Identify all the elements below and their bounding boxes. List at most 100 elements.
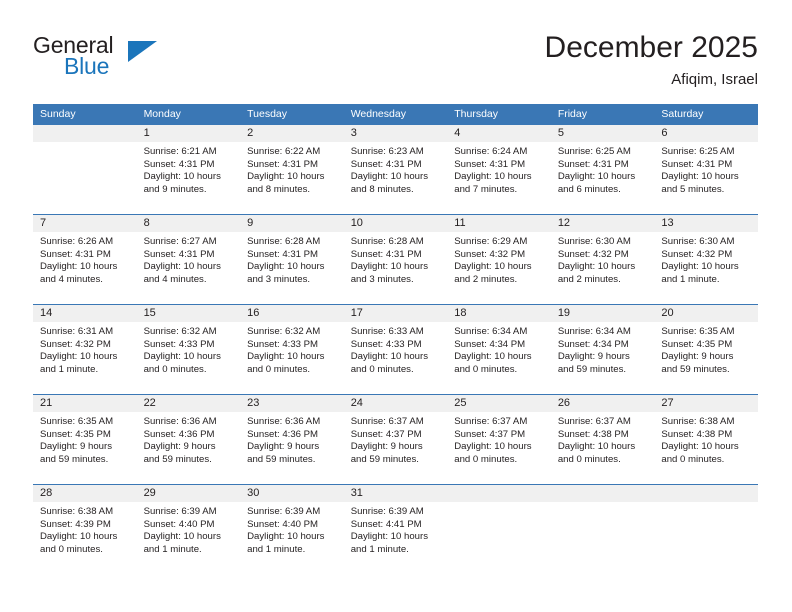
day-cell[interactable]: 2 Sunrise: 6:22 AM Sunset: 4:31 PM Dayli… <box>240 125 344 215</box>
daylight-text-line1: Daylight: 9 hours <box>350 441 423 453</box>
day-cell[interactable]: 31 Sunrise: 6:39 AM Sunset: 4:41 PM Dayl… <box>343 484 448 574</box>
sunset-text: Sunset: 4:34 PM <box>557 338 629 350</box>
sunrise-text: Sunrise: 6:33 AM <box>350 326 424 337</box>
day-number <box>447 485 551 502</box>
day-cell[interactable]: 11 Sunrise: 6:29 AM Sunset: 4:32 PM Dayl… <box>447 214 551 305</box>
daylight-text-line2: and 0 minutes. <box>661 453 725 465</box>
daylight-text-line1: Daylight: 10 hours <box>350 171 429 183</box>
day-cell[interactable]: 21 Sunrise: 6:35 AM Sunset: 4:35 PM Dayl… <box>33 394 137 485</box>
day-cell[interactable]: 4 Sunrise: 6:24 AM Sunset: 4:31 PM Dayli… <box>447 125 551 215</box>
day-number: 24 <box>343 395 448 412</box>
week-row: 7 Sunrise: 6:26 AM Sunset: 4:31 PM Dayli… <box>33 214 758 305</box>
day-cell-inner: 8 Sunrise: 6:27 AM Sunset: 4:31 PM Dayli… <box>136 215 241 304</box>
sunrise-text: Sunrise: 6:36 AM <box>143 416 217 427</box>
sunrise-text: Sunrise: 6:30 AM <box>557 236 631 247</box>
day-cell[interactable]: 15 Sunrise: 6:32 AM Sunset: 4:33 PM Dayl… <box>136 304 241 395</box>
day-cell[interactable] <box>33 125 137 215</box>
sunset-text: Sunset: 4:31 PM <box>454 158 526 170</box>
day-cell[interactable] <box>550 484 655 574</box>
day-cell[interactable]: 3 Sunrise: 6:23 AM Sunset: 4:31 PM Dayli… <box>343 125 448 215</box>
day-info: Sunrise: 6:39 AM Sunset: 4:40 PM Dayligh… <box>137 502 241 556</box>
daylight-text-line1: Daylight: 10 hours <box>661 441 739 453</box>
daylight-text-line2: and 0 minutes. <box>454 453 518 465</box>
location-subtitle: Afiqim, Israel <box>671 71 758 88</box>
sunset-text: Sunset: 4:31 PM <box>350 158 422 170</box>
sunset-text: Sunset: 4:41 PM <box>350 518 422 530</box>
day-cell[interactable]: 8 Sunrise: 6:27 AM Sunset: 4:31 PM Dayli… <box>136 214 241 305</box>
general-blue-logo[interactable]: General Blue <box>33 32 203 88</box>
day-number: 12 <box>550 215 655 232</box>
daylight-text-line1: Daylight: 10 hours <box>247 261 325 273</box>
daylight-text-line1: Daylight: 9 hours <box>40 441 112 453</box>
sunrise-text: Sunrise: 6:34 AM <box>557 326 631 337</box>
calendar-page: General Blue December 2025 Afiqim, Israe… <box>0 0 792 612</box>
daylight-text-line2: and 0 minutes. <box>40 543 103 555</box>
day-cell[interactable]: 29 Sunrise: 6:39 AM Sunset: 4:40 PM Dayl… <box>136 484 241 574</box>
day-cell[interactable]: 24 Sunrise: 6:37 AM Sunset: 4:37 PM Dayl… <box>343 394 448 485</box>
week-row: 28 Sunrise: 6:38 AM Sunset: 4:39 PM Dayl… <box>33 484 758 574</box>
day-cell[interactable]: 23 Sunrise: 6:36 AM Sunset: 4:36 PM Dayl… <box>240 394 344 485</box>
day-info: Sunrise: 6:32 AM Sunset: 4:33 PM Dayligh… <box>137 322 241 376</box>
daylight-text-line1: Daylight: 10 hours <box>350 261 429 273</box>
day-cell[interactable]: 25 Sunrise: 6:37 AM Sunset: 4:37 PM Dayl… <box>447 394 551 485</box>
day-number: 8 <box>136 215 241 232</box>
day-info: Sunrise: 6:37 AM Sunset: 4:37 PM Dayligh… <box>447 412 551 466</box>
sunrise-text: Sunrise: 6:27 AM <box>143 236 217 247</box>
day-number: 18 <box>447 305 551 322</box>
day-cell-inner: 22 Sunrise: 6:36 AM Sunset: 4:36 PM Dayl… <box>136 395 241 484</box>
day-info <box>33 142 137 146</box>
day-cell[interactable]: 27 Sunrise: 6:38 AM Sunset: 4:38 PM Dayl… <box>654 394 758 485</box>
day-info: Sunrise: 6:22 AM Sunset: 4:31 PM Dayligh… <box>240 142 344 196</box>
day-cell[interactable]: 6 Sunrise: 6:25 AM Sunset: 4:31 PM Dayli… <box>654 125 758 215</box>
day-cell[interactable]: 18 Sunrise: 6:34 AM Sunset: 4:34 PM Dayl… <box>447 304 551 395</box>
daylight-text-line1: Daylight: 10 hours <box>454 441 532 453</box>
day-cell[interactable]: 10 Sunrise: 6:28 AM Sunset: 4:31 PM Dayl… <box>343 214 448 305</box>
sunset-text: Sunset: 4:31 PM <box>40 248 111 260</box>
day-info: Sunrise: 6:36 AM Sunset: 4:36 PM Dayligh… <box>240 412 344 466</box>
day-info: Sunrise: 6:31 AM Sunset: 4:32 PM Dayligh… <box>33 322 137 376</box>
sunset-text: Sunset: 4:37 PM <box>350 428 422 440</box>
day-cell-inner: 3 Sunrise: 6:23 AM Sunset: 4:31 PM Dayli… <box>343 125 448 214</box>
day-cell[interactable]: 13 Sunrise: 6:30 AM Sunset: 4:32 PM Dayl… <box>654 214 758 305</box>
daylight-text-line2: and 5 minutes. <box>661 183 725 195</box>
day-cell[interactable]: 1 Sunrise: 6:21 AM Sunset: 4:31 PM Dayli… <box>136 125 241 215</box>
page-title: December 2025 <box>544 31 758 64</box>
sunset-text: Sunset: 4:31 PM <box>247 158 319 170</box>
day-cell[interactable] <box>447 484 551 574</box>
day-cell[interactable]: 17 Sunrise: 6:33 AM Sunset: 4:33 PM Dayl… <box>343 304 448 395</box>
day-cell[interactable]: 7 Sunrise: 6:26 AM Sunset: 4:31 PM Dayli… <box>33 214 137 305</box>
day-cell-inner: 19 Sunrise: 6:34 AM Sunset: 4:34 PM Dayl… <box>550 305 655 394</box>
day-cell[interactable]: 30 Sunrise: 6:39 AM Sunset: 4:40 PM Dayl… <box>240 484 344 574</box>
day-info: Sunrise: 6:26 AM Sunset: 4:31 PM Dayligh… <box>33 232 137 286</box>
day-cell[interactable]: 9 Sunrise: 6:28 AM Sunset: 4:31 PM Dayli… <box>240 214 344 305</box>
day-cell[interactable]: 26 Sunrise: 6:37 AM Sunset: 4:38 PM Dayl… <box>550 394 655 485</box>
day-cell[interactable]: 5 Sunrise: 6:25 AM Sunset: 4:31 PM Dayli… <box>550 125 655 215</box>
sunset-text: Sunset: 4:37 PM <box>454 428 526 440</box>
day-cell[interactable]: 22 Sunrise: 6:36 AM Sunset: 4:36 PM Dayl… <box>136 394 241 485</box>
day-cell[interactable]: 28 Sunrise: 6:38 AM Sunset: 4:39 PM Dayl… <box>33 484 137 574</box>
day-number: 13 <box>654 215 758 232</box>
sunrise-text: Sunrise: 6:21 AM <box>143 146 217 157</box>
day-cell[interactable] <box>654 484 758 574</box>
day-number: 30 <box>240 485 344 502</box>
day-number: 9 <box>240 215 344 232</box>
sunrise-text: Sunrise: 6:34 AM <box>454 326 528 337</box>
daylight-text-line1: Daylight: 10 hours <box>143 261 221 273</box>
sunset-text: Sunset: 4:35 PM <box>661 338 733 350</box>
daylight-text-line2: and 59 minutes. <box>247 453 316 465</box>
day-cell[interactable]: 16 Sunrise: 6:32 AM Sunset: 4:33 PM Dayl… <box>240 304 344 395</box>
day-info: Sunrise: 6:34 AM Sunset: 4:34 PM Dayligh… <box>447 322 551 376</box>
daylight-text-line2: and 4 minutes. <box>143 273 207 285</box>
daylight-text-line1: Daylight: 10 hours <box>454 261 532 273</box>
day-cell[interactable]: 14 Sunrise: 6:31 AM Sunset: 4:32 PM Dayl… <box>33 304 137 395</box>
day-cell[interactable]: 12 Sunrise: 6:30 AM Sunset: 4:32 PM Dayl… <box>550 214 655 305</box>
day-cell[interactable]: 20 Sunrise: 6:35 AM Sunset: 4:35 PM Dayl… <box>654 304 758 395</box>
day-number <box>550 485 655 502</box>
sunset-text: Sunset: 4:38 PM <box>661 428 733 440</box>
day-number: 27 <box>654 395 758 412</box>
day-cell-inner: 29 Sunrise: 6:39 AM Sunset: 4:40 PM Dayl… <box>136 485 241 574</box>
day-cell[interactable]: 19 Sunrise: 6:34 AM Sunset: 4:34 PM Dayl… <box>550 304 655 395</box>
day-number: 31 <box>343 485 448 502</box>
sunrise-text: Sunrise: 6:36 AM <box>247 416 321 427</box>
day-info <box>551 502 655 506</box>
